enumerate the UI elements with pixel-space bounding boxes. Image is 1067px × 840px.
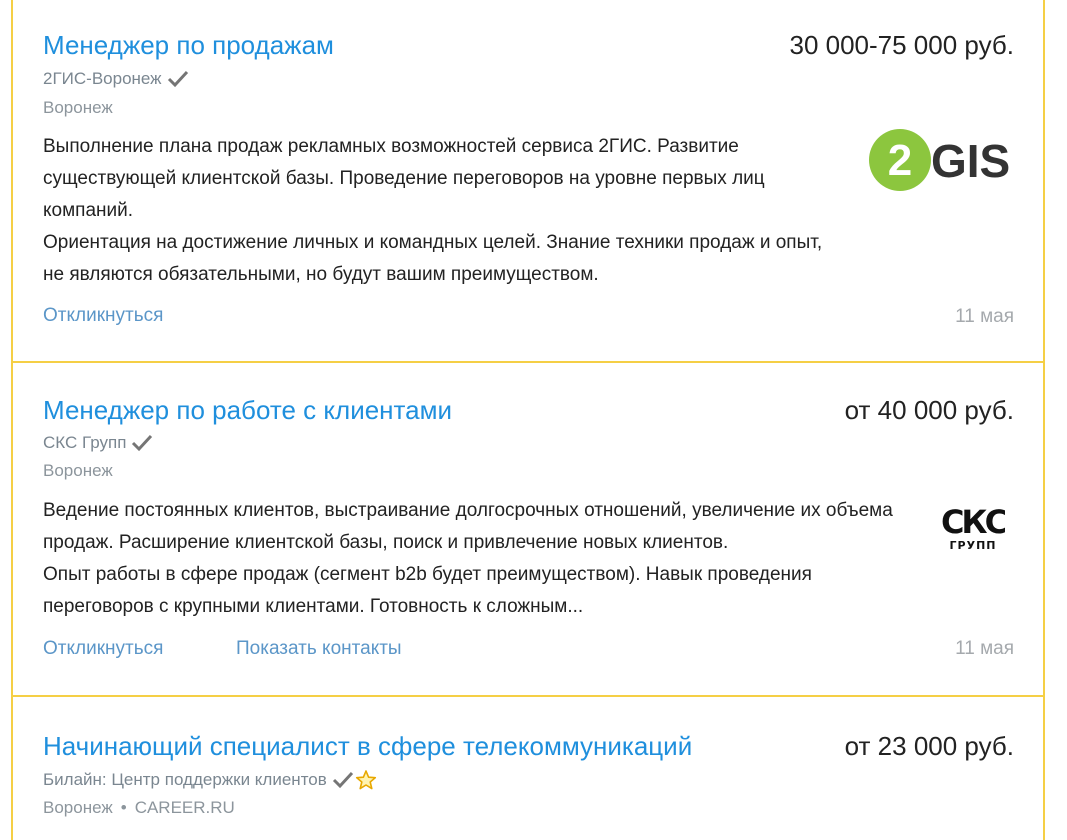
respond-link[interactable]: Откликнуться: [43, 638, 163, 660]
company-label: 2ГИС-Воронеж: [43, 69, 162, 88]
vacancy-description: Выполнение плана продаж рекламных возмож…: [43, 131, 848, 291]
verified-check-icon: [167, 70, 189, 88]
vacancy-list: Менеджер по продажам 30 000-75 000 руб. …: [11, 0, 1045, 840]
company-logo-scs: СКС ГРУПП: [941, 501, 1010, 553]
vacancy-salary: от 40 000 руб.: [844, 395, 1014, 425]
description-paragraph: Опыт работы в сфере продаж (сегмент b2b …: [43, 564, 812, 617]
vacancy-city: Воронеж: [43, 461, 113, 480]
verified-check-icon: [131, 434, 153, 452]
star-icon: [355, 769, 377, 791]
company-name[interactable]: СКС Групп: [43, 433, 153, 453]
company-logo-2gis: 2 GIS: [865, 125, 1015, 195]
company-name[interactable]: Билайн: Центр поддержки клиентов: [43, 769, 377, 791]
logo-subtext: ГРУПП: [950, 539, 997, 552]
description-paragraph: Ориентация на достижение личных и команд…: [43, 232, 823, 285]
vacancy-title[interactable]: Менеджер по продажам: [43, 30, 334, 61]
vacancy-city: Воронеж: [43, 98, 113, 117]
logo-digit: 2: [888, 136, 912, 185]
vacancy-card: Менеджер по работе с клиентами от 40 000…: [13, 363, 1043, 697]
vacancy-location: Воронеж • CAREER.RU: [43, 798, 235, 818]
vacancy-description: Ведение постоянных клиентов, выстраивани…: [43, 495, 913, 623]
vacancy-card: Начинающий специалист в сфере телекоммун…: [13, 697, 1043, 840]
company-label: СКС Групп: [43, 433, 127, 452]
logo-text: СКС: [941, 503, 1005, 541]
vacancy-date: 11 мая: [955, 638, 1014, 659]
company-name[interactable]: 2ГИС-Воронеж: [43, 69, 189, 89]
separator-dot: •: [120, 798, 127, 817]
vacancy-date: 11 мая: [955, 306, 1014, 327]
vacancy-card: Менеджер по продажам 30 000-75 000 руб. …: [13, 0, 1043, 363]
logo-text: GIS: [931, 135, 1010, 187]
company-label: Билайн: Центр поддержки клиентов: [43, 770, 327, 789]
vacancy-salary: от 23 000 руб.: [844, 731, 1014, 761]
vacancy-source: CAREER.RU: [134, 798, 235, 817]
respond-link[interactable]: Откликнуться: [43, 305, 163, 327]
verified-check-icon: [332, 771, 354, 789]
show-contacts-link[interactable]: Показать контакты: [236, 638, 402, 660]
description-paragraph: Выполнение плана продаж рекламных возмож…: [43, 136, 765, 221]
vacancy-title[interactable]: Начинающий специалист в сфере телекоммун…: [43, 731, 692, 762]
vacancy-city: Воронеж: [43, 798, 113, 817]
description-paragraph: Ведение постоянных клиентов, выстраивани…: [43, 500, 893, 553]
vacancy-title[interactable]: Менеджер по работе с клиентами: [43, 395, 452, 426]
vacancy-salary: 30 000-75 000 руб.: [789, 30, 1014, 60]
